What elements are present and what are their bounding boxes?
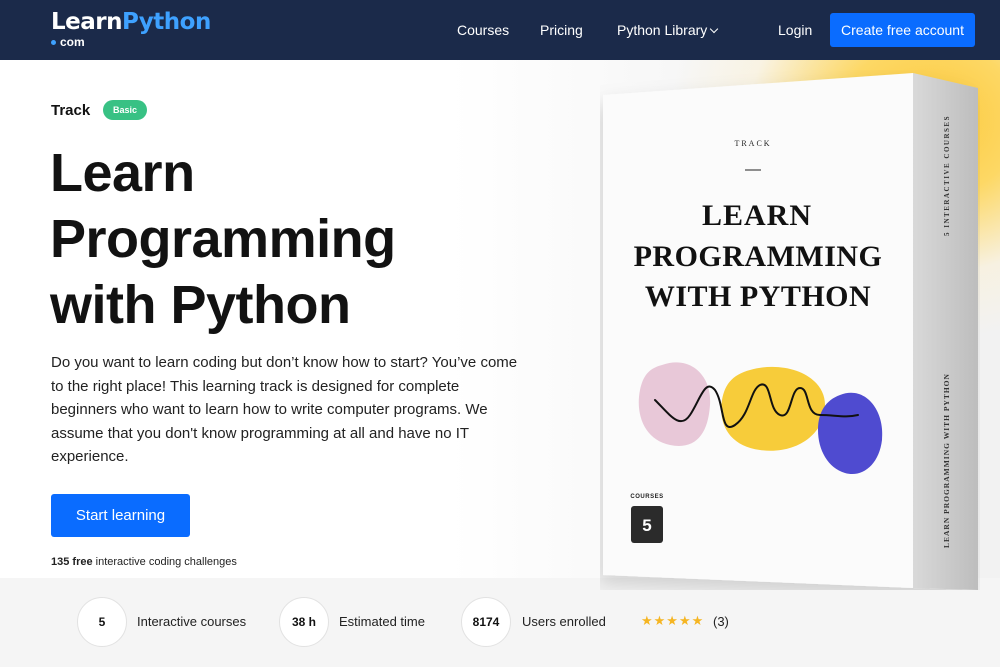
stat-time-value: 38 h: [279, 597, 329, 647]
box-title-line3: WITH PYTHON: [645, 280, 871, 313]
nav-python-library-label: Python Library: [617, 22, 708, 38]
course-box-illustration: TRACK LEARN PROGRAMMING WITH PYTHON COUR…: [603, 73, 978, 590]
page-title: Learn Programming with Python: [50, 143, 396, 335]
box-courses-label: COURSES: [630, 494, 663, 500]
pink-blob-shape: [638, 362, 711, 446]
level-badge: Basic: [103, 100, 147, 120]
box-side-bottom-text: LEARN PROGRAMMING WITH PYTHON: [942, 373, 951, 548]
stat-users-label: Users enrolled: [522, 614, 606, 629]
logo-wordmark: LearnPython: [51, 9, 211, 35]
nav-python-library-link[interactable]: Python Library: [617, 22, 719, 38]
box-courses-count: 5: [642, 516, 651, 535]
challenges-note: 135 free interactive coding challenges: [51, 556, 237, 568]
track-label: Track: [51, 102, 91, 119]
stat-time-label: Estimated time: [339, 614, 425, 629]
track-description: Do you want to learn coding but don’t kn…: [51, 354, 518, 465]
top-navbar: LearnPython com Courses Pricing Python L…: [0, 0, 1000, 60]
box-side-top-text: 5 INTERACTIVE COURSES: [943, 115, 951, 236]
rating-stars-icon: ★★★★★: [641, 613, 705, 628]
box-track-label: TRACK: [734, 139, 771, 148]
nav-courses-link[interactable]: Courses: [457, 22, 509, 38]
nav-pricing-link[interactable]: Pricing: [540, 22, 583, 38]
logo[interactable]: LearnPython com: [51, 9, 211, 49]
box-title-line2: PROGRAMMING: [634, 240, 883, 273]
chevron-down-icon: [710, 24, 719, 34]
stat-courses-value: 5: [77, 597, 127, 647]
stat-users-value: 8174: [461, 597, 511, 647]
box-title-line1: LEARN: [702, 199, 812, 232]
logo-domain: com: [51, 35, 85, 49]
create-account-button[interactable]: Create free account: [830, 13, 975, 47]
rating-count: (3): [713, 614, 729, 629]
stat-courses-label: Interactive courses: [137, 614, 247, 629]
start-learning-button[interactable]: Start learning: [51, 494, 190, 537]
login-link[interactable]: Login: [778, 22, 812, 38]
